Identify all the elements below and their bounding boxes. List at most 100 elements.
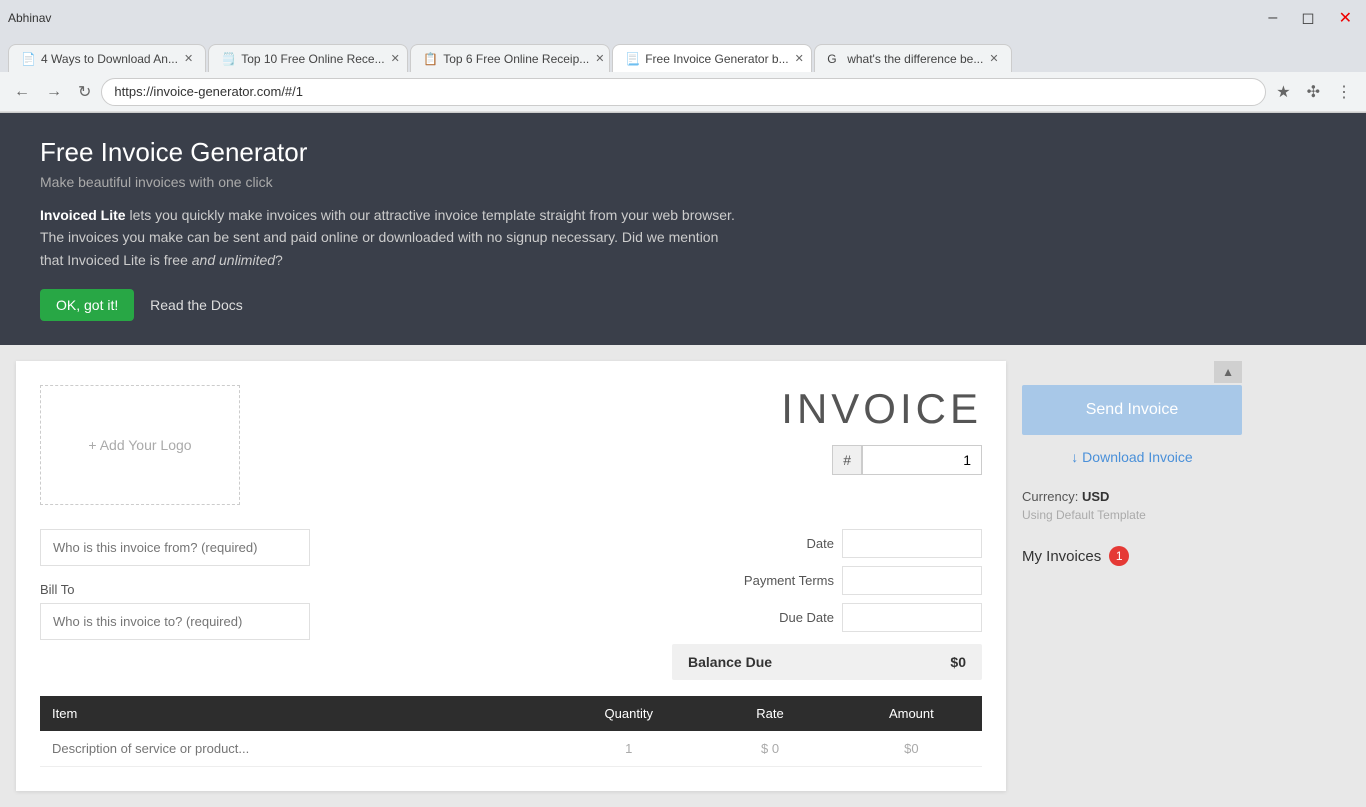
banner-subtitle: Make beautiful invoices with one click (40, 174, 1326, 190)
minimize-button[interactable]: – (1262, 7, 1283, 29)
ok-button[interactable]: OK, got it! (40, 289, 134, 321)
item-quantity-input[interactable] (558, 731, 699, 766)
invoice-right: Date Payment Terms Due Date Balance Due … (672, 529, 982, 680)
back-button[interactable]: ← (8, 79, 36, 105)
send-invoice-button[interactable]: Send Invoice (1022, 385, 1242, 435)
tab-bar: 📄 4 Ways to Download An... ✕ 🗒️ Top 10 F… (0, 36, 1366, 72)
items-table-body (40, 731, 982, 767)
using-template-label: Using Default Template (1022, 508, 1242, 522)
col-amount: Amount (841, 696, 982, 731)
invoice-from-input[interactable] (40, 529, 310, 566)
invoice-header-right: INVOICE # (781, 385, 982, 505)
nav-bar: ← → ↻ ★ ✣ ⋮ (0, 72, 1366, 112)
invoice-number-input[interactable] (862, 445, 982, 475)
nav-icons: ★ ✣ ⋮ (1270, 78, 1358, 106)
bill-to-input[interactable] (40, 603, 310, 640)
logo-placeholder-text: + Add Your Logo (88, 437, 191, 453)
main-layout: + Add Your Logo INVOICE # Bill To (0, 345, 1366, 807)
invoice-left-top: + Add Your Logo (40, 385, 240, 505)
items-table: Item Quantity Rate Amount (40, 696, 982, 767)
my-invoices-count-badge: 1 (1109, 546, 1129, 566)
invoice-top: + Add Your Logo INVOICE # (40, 385, 982, 505)
browser-chrome: Abhinav – ◻ ✕ 📄 4 Ways to Download An...… (0, 0, 1366, 113)
date-row: Date (672, 529, 982, 558)
invoice-title: INVOICE (781, 385, 982, 433)
banner-description: Invoiced Lite lets you quickly make invo… (40, 204, 740, 271)
scroll-up-button[interactable]: ▲ (1214, 361, 1242, 383)
tab-label-1: 4 Ways to Download An... (41, 52, 178, 66)
tab-close-3[interactable]: ✕ (595, 52, 604, 65)
read-docs-button[interactable]: Read the Docs (150, 297, 243, 313)
hash-symbol: # (832, 445, 862, 475)
tab-2[interactable]: 🗒️ Top 10 Free Online Rece... ✕ (208, 44, 408, 72)
due-date-input[interactable] (842, 603, 982, 632)
brand-name: Invoiced Lite (40, 207, 126, 223)
invoice-num-row: # (781, 445, 982, 475)
payment-terms-row: Payment Terms (672, 566, 982, 595)
tab-3[interactable]: 📋 Top 6 Free Online Receip... ✕ (410, 44, 610, 72)
tab-close-4[interactable]: ✕ (795, 52, 804, 65)
banner-italic: and unlimited (192, 252, 275, 268)
invoice-left: Bill To (40, 529, 648, 680)
download-invoice-button[interactable]: ↓ Download Invoice (1022, 437, 1242, 477)
my-invoices-section: My Invoices 1 (1022, 534, 1242, 578)
tab-5[interactable]: G what's the difference be... ✕ (814, 44, 1011, 72)
info-banner: Free Invoice Generator Make beautiful in… (0, 113, 1366, 345)
due-date-label: Due Date (714, 610, 834, 625)
date-input[interactable] (842, 529, 982, 558)
item-description-input[interactable] (40, 731, 558, 766)
tab-close-5[interactable]: ✕ (989, 52, 998, 65)
extensions-button[interactable]: ✣ (1301, 78, 1326, 106)
currency-value: USD (1082, 489, 1109, 504)
sidebar: ▲ Send Invoice ↓ Download Invoice Curren… (1022, 361, 1242, 578)
tab-favicon-1: 📄 (21, 52, 35, 66)
menu-button[interactable]: ⋮ (1330, 78, 1358, 106)
close-button[interactable]: ✕ (1333, 6, 1358, 30)
tab-close-1[interactable]: ✕ (184, 52, 193, 65)
banner-title: Free Invoice Generator (40, 137, 1326, 168)
user-name: Abhinav (8, 11, 51, 25)
banner-buttons: OK, got it! Read the Docs (40, 289, 1326, 321)
balance-due-label: Balance Due (688, 654, 772, 670)
items-header-row: Item Quantity Rate Amount (40, 696, 982, 731)
maximize-button[interactable]: ◻ (1295, 6, 1320, 30)
date-label: Date (714, 536, 834, 551)
items-table-header: Item Quantity Rate Amount (40, 696, 982, 731)
banner-desc-post: ? (275, 252, 283, 268)
tab-favicon-4: 📃 (625, 52, 639, 66)
bill-to-label: Bill To (40, 582, 648, 597)
tab-favicon-3: 📋 (423, 52, 437, 66)
col-rate: Rate (699, 696, 840, 731)
tab-label-5: what's the difference be... (847, 52, 983, 66)
payment-terms-label: Payment Terms (714, 573, 834, 588)
tab-1[interactable]: 📄 4 Ways to Download An... ✕ (8, 44, 206, 72)
tab-label-3: Top 6 Free Online Receip... (443, 52, 589, 66)
refresh-button[interactable]: ↻ (72, 78, 97, 106)
logo-upload-area[interactable]: + Add Your Logo (40, 385, 240, 505)
balance-due-value: $0 (950, 654, 966, 670)
balance-due-row: Balance Due $0 (672, 644, 982, 680)
tab-favicon-2: 🗒️ (221, 52, 235, 66)
item-rate-input[interactable] (699, 731, 840, 766)
table-row (40, 731, 982, 767)
currency-label: Currency: (1022, 489, 1078, 504)
tab-close-2[interactable]: ✕ (391, 52, 400, 65)
window-controls: – ◻ ✕ (1262, 6, 1358, 30)
address-bar[interactable] (101, 78, 1266, 106)
tab-label-2: Top 10 Free Online Rece... (241, 52, 384, 66)
invoice-middle: Bill To Date Payment Terms Due Date (40, 529, 982, 680)
payment-terms-input[interactable] (842, 566, 982, 595)
forward-button[interactable]: → (40, 79, 68, 105)
banner-desc-pre: lets you quickly make invoices with our … (40, 207, 735, 268)
invoice-dates: Date Payment Terms Due Date Balance Due … (672, 529, 982, 680)
item-amount-input[interactable] (841, 731, 982, 766)
bookmark-button[interactable]: ★ (1270, 78, 1296, 106)
currency-section: Currency: USD Using Default Template (1022, 477, 1242, 534)
title-bar: Abhinav – ◻ ✕ (0, 0, 1366, 36)
tab-4[interactable]: 📃 Free Invoice Generator b... ✕ (612, 44, 812, 72)
invoice-container: + Add Your Logo INVOICE # Bill To (16, 361, 1006, 791)
item-quantity-cell (558, 731, 699, 767)
tab-favicon-5: G (827, 52, 841, 66)
col-quantity: Quantity (558, 696, 699, 731)
item-amount-cell (841, 731, 982, 767)
